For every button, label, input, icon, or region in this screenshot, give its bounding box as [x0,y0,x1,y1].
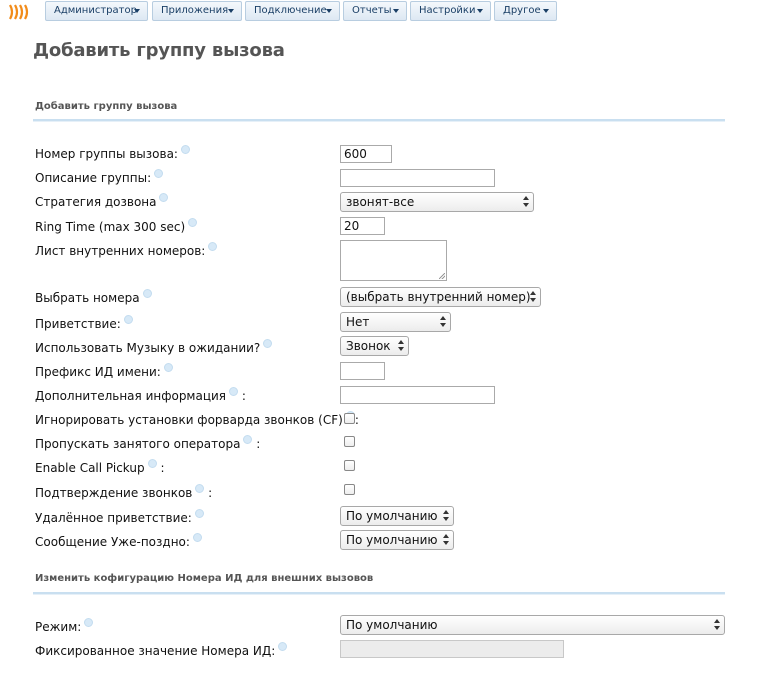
help-icon[interactable] [84,618,94,627]
call-pickup-checkbox[interactable] [344,460,355,471]
remote-announce-label: Удалённое приветствие: [35,509,204,525]
announcement-select[interactable]: Нет [340,312,451,332]
help-icon[interactable] [142,289,152,298]
help-icon[interactable] [123,315,133,324]
help-icon[interactable] [163,363,173,372]
top-navigation: Администратор Приложения Подключение Отч… [0,0,768,24]
help-icon[interactable] [180,145,190,154]
too-late-announce-select[interactable]: По умолчанию [340,530,454,550]
select-arrows-icon [714,619,720,631]
chevron-down-icon [134,9,140,13]
nav-menu-other[interactable]: Другое [494,1,557,21]
help-icon[interactable] [208,242,218,251]
section-title: Добавить группу вызова [35,101,178,112]
cid-prefix-label: Префикс ИД имени: [35,363,173,379]
music-on-hold-select[interactable]: Звонок [340,336,409,356]
help-icon[interactable] [159,193,169,202]
alert-info-label: Дополнительная информация : [35,387,246,403]
ring-strategy-select[interactable]: звонят-все [340,192,534,212]
page-title: Добавить группу вызова [33,40,285,61]
resize-grip-icon[interactable] [439,273,445,279]
confirm-calls-label: Подтверждение звонков : [35,484,213,500]
group-number-input[interactable]: 600 [340,145,392,163]
fixed-cid-input[interactable] [340,640,564,658]
help-icon[interactable] [188,218,198,227]
extension-list-textarea[interactable] [340,240,447,281]
ignore-cf-label: Игнорировать установки форварда звонков … [35,411,359,427]
confirm-calls-checkbox[interactable] [344,484,355,495]
nav-menu-applications[interactable]: Приложения [152,1,242,21]
nav-menu-label: Настройки [419,5,476,16]
group-description-input[interactable] [340,169,495,187]
logo-icon[interactable] [8,3,34,21]
select-arrows-icon [530,291,536,303]
nav-menu-label: Подключение [254,5,327,16]
ring-time-label: Ring Time (max 300 sec) [35,218,198,234]
chevron-down-icon [543,9,549,13]
help-icon[interactable] [192,533,202,542]
group-number-label: Номер группы вызова: [35,145,190,161]
chevron-down-icon [393,9,399,13]
select-number-select[interactable]: (выбрать внутренний номер) [340,287,541,307]
nav-menu-reports[interactable]: Отчеты [343,1,407,21]
select-arrows-icon [443,510,449,522]
select-arrows-icon [440,316,446,328]
help-icon[interactable] [147,459,157,468]
select-arrows-icon [443,534,449,546]
call-pickup-label: Enable Call Pickup : [35,459,165,475]
skip-busy-label: Пропускать занятого оператора : [35,435,261,451]
select-number-label: Выбрать номера [35,289,152,305]
nav-menu-label: Администратор [54,5,137,16]
nav-menu-label: Приложения [161,5,229,16]
cid-prefix-input[interactable] [340,362,385,380]
help-icon[interactable] [278,642,288,651]
help-icon[interactable] [194,509,204,518]
nav-menu-label: Отчеты [352,5,392,16]
chevron-down-icon [228,9,234,13]
announcement-label: Приветствие: [35,315,133,331]
remote-announce-select[interactable]: По умолчанию [340,506,454,526]
select-arrows-icon [523,196,529,208]
group-description-label: Описание группы: [35,169,164,185]
section-divider [33,592,725,595]
nav-menu-admin[interactable]: Администратор [45,1,148,21]
cid-mode-select[interactable]: По умолчанию [340,615,725,635]
music-on-hold-label: Использовать Музыку в ожидании? [35,339,273,355]
section-title: Изменить кофигурацию Номера ИД для внешн… [35,573,374,584]
ring-time-input[interactable]: 20 [340,217,385,235]
skip-busy-checkbox[interactable] [344,436,355,447]
section-divider [33,119,725,122]
help-icon[interactable] [195,484,205,493]
fixed-cid-label: Фиксированное значение Номера ИД: [35,642,288,658]
alert-info-input[interactable] [340,386,495,404]
select-arrows-icon [398,340,404,352]
help-icon[interactable] [263,339,273,348]
nav-menu-settings[interactable]: Настройки [410,1,491,21]
help-icon[interactable] [229,387,239,396]
chevron-down-icon [326,9,332,13]
cid-mode-label: Режим: [35,618,94,634]
chevron-down-icon [477,9,483,13]
ignore-cf-checkbox[interactable] [344,413,355,424]
extension-list-label: Лист внутренних номеров: [35,242,218,258]
nav-menu-connectivity[interactable]: Подключение [245,1,340,21]
nav-menu-label: Другое [503,5,541,16]
help-icon[interactable] [154,169,164,178]
too-late-announce-label: Сообщение Уже-поздно: [35,533,202,549]
ring-strategy-label: Стратегия дозвона [35,193,169,209]
